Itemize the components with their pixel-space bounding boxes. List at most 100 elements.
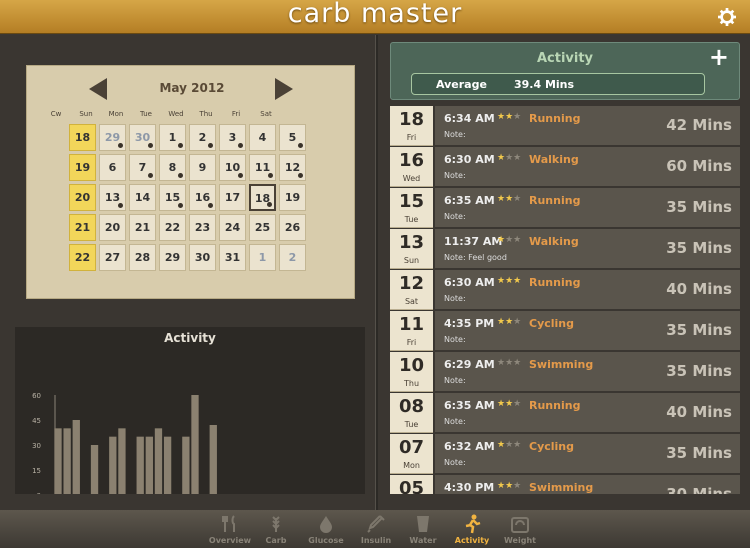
calendar-day[interactable]: 1 [249,244,276,271]
entry-body: 6:35 AM ★★★ Running Note: 35 Mins [435,188,740,228]
calendar-day[interactable]: 5 [279,124,306,151]
tab-label: Carb [265,536,287,545]
entry-day: 08 [398,396,425,417]
activity-chart: Activity 6045301505/15/65/115/165/215/26… [15,327,365,494]
calendar-day[interactable]: 30 [189,244,216,271]
star-icon: ★ [513,358,522,368]
activity-row[interactable]: 15 Tue 6:35 AM ★★★ Running Note: 35 Mins [390,188,740,228]
entry-day: 18 [398,109,425,130]
chart-bar [72,420,80,494]
weekday-header: Fri [231,110,241,118]
activity-row[interactable]: 07 Mon 6:32 AM ★★★ Cycling Note: 35 Mins [390,434,740,474]
activity-row[interactable]: 08 Tue 6:35 AM ★★★ Running Note: 40 Mins [390,393,740,433]
calendar-day[interactable]: 13 [99,184,126,211]
entry-activity-type: Walking [529,235,579,248]
next-month-arrow-icon[interactable] [275,78,293,100]
calendar-day[interactable]: 26 [279,214,306,241]
calendar-day[interactable]: 20 [99,214,126,241]
calendar-day[interactable]: 31 [219,244,246,271]
calendar-day[interactable]: 8 [159,154,186,181]
calendar-day[interactable]: 2 [189,124,216,151]
prev-month-arrow-icon[interactable] [89,78,107,100]
star-icon: ★ [497,235,506,245]
calendar-day[interactable]: 17 [219,184,246,211]
average-label: Average [436,78,487,91]
calendar-day[interactable]: 21 [129,214,156,241]
calendar-week-number: 18 [69,124,96,151]
calendar-day-number: 9 [198,161,207,174]
activity-row[interactable]: 16 Wed 6:30 AM ★★★ Walking Note: 60 Mins [390,147,740,187]
rating-stars: ★★★ [497,112,521,122]
activity-row[interactable]: 18 Fri 6:34 AM ★★★ Running Note: 42 Mins [390,106,740,146]
weekday-header: Sat [260,110,272,118]
entry-weekday: Fri [406,338,417,347]
entry-minutes: 42 Mins [666,116,732,134]
calendar-day[interactable]: 14 [129,184,156,211]
activity-row[interactable]: 12 Sat 6:30 AM ★★★ Running Note: 40 Mins [390,270,740,310]
calendar-day-number: 15 [164,191,181,204]
calendar-day[interactable]: 11 [249,154,276,181]
rating-stars: ★★★ [497,194,521,204]
entry-body: 4:35 PM ★★★ Cycling Note: 35 Mins [435,311,740,351]
calendar-day-number: 29 [164,251,181,264]
star-icon: ★ [497,153,506,163]
activity-row[interactable]: 11 Fri 4:35 PM ★★★ Cycling Note: 35 Mins [390,311,740,351]
activity-row[interactable]: 13 Sun 11:37 AM ★★★ Walking Note: Feel good 35… [390,229,740,269]
activity-list[interactable]: 18 Fri 6:34 AM ★★★ Running Note: 42 Mins 16 Wed 6… [390,106,740,494]
calendar-day-number: 13 [104,191,121,204]
tab-carb[interactable]: Carb [248,510,304,548]
calendar-day[interactable]: 23 [189,214,216,241]
calendar-day[interactable]: 15 [159,184,186,211]
calendar-day[interactable]: 1 [159,124,186,151]
entry-dot-icon [148,173,153,178]
activity-row[interactable]: 10 Thu 6:29 AM ★★★ Swimming Note: 35 Mins [390,352,740,392]
calendar-day[interactable]: 9 [189,154,216,181]
tab-weight[interactable]: Weight [492,510,548,548]
calendar: May 2012 Cw Sun Mon Tue Wed Thu Fri Sat 18 29 30 1 2… [26,65,355,299]
calendar-day-number: 28 [134,251,151,264]
weekday-header: Tue [140,110,152,118]
tab-glucose[interactable]: Glucose [298,510,354,548]
calendar-day[interactable]: 6 [99,154,126,181]
rating-stars: ★★★ [497,440,521,450]
calendar-day[interactable]: 10 [219,154,246,181]
gear-icon[interactable] [718,8,736,26]
tab-water[interactable]: Water [395,510,451,548]
calendar-day[interactable]: 18 [249,184,276,211]
chart-bar [54,428,62,494]
calendar-day[interactable]: 3 [219,124,246,151]
calendar-day[interactable]: 12 [279,154,306,181]
add-activity-button[interactable]: + [709,45,729,69]
rating-stars: ★★★ [497,481,521,491]
entry-dot-icon [238,173,243,178]
calendar-day[interactable]: 19 [279,184,306,211]
calendar-day[interactable]: 4 [249,124,276,151]
date-box: 11 Fri [390,311,433,351]
calendar-day[interactable]: 29 [159,244,186,271]
calendar-day[interactable]: 29 [99,124,126,151]
date-box: 07 Mon [390,434,433,474]
calendar-day[interactable]: 27 [99,244,126,271]
calendar-day[interactable]: 28 [129,244,156,271]
entry-minutes: 40 Mins [666,280,732,298]
calendar-day[interactable]: 25 [249,214,276,241]
calendar-day[interactable]: 16 [189,184,216,211]
calendar-day[interactable]: 22 [159,214,186,241]
calendar-day[interactable]: 7 [129,154,156,181]
activity-row[interactable]: 05 4:30 PM ★★★ Swimming 30 Mins [390,475,740,494]
star-icon: ★ [505,399,514,409]
entry-note: Note: [444,130,466,139]
calendar-day-number: 3 [228,131,237,144]
star-icon: ★ [505,317,514,327]
entry-activity-type: Running [529,399,581,412]
calendar-day[interactable]: 2 [279,244,306,271]
calendar-day[interactable]: 24 [219,214,246,241]
star-icon: ★ [505,276,514,286]
runner-icon [465,514,481,534]
calendar-day-number: 4 [258,131,267,144]
drop-icon [320,516,332,533]
star-icon: ★ [505,112,514,122]
calendar-day[interactable]: 30 [129,124,156,151]
star-icon: ★ [497,358,506,368]
date-box: 13 Sun [390,229,433,269]
